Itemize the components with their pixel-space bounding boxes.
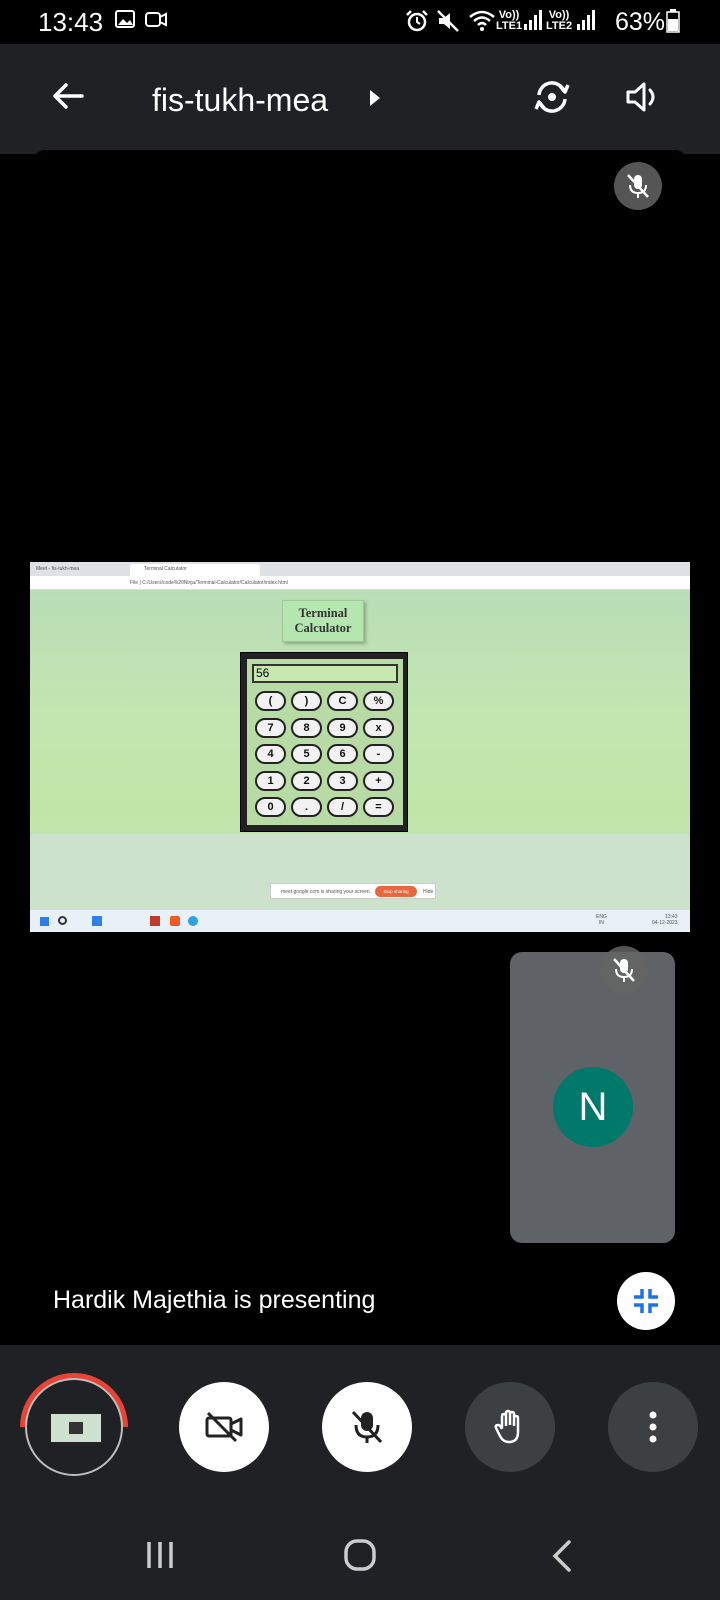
mic-off-icon [351,1410,383,1444]
status-bar: 13:43 Vo)) LTE1 Vo)) LTE2 63% [0,0,720,44]
calculator-key: ( [255,691,286,711]
self-mic-off-indicator [600,946,648,994]
speaker-icon[interactable] [624,78,662,116]
sharing-message: meet.google.com is sharing your screen. [281,889,372,895]
battery-percentage: 63% [615,8,666,36]
alarm-icon [406,10,428,32]
signal-icon [577,10,595,30]
browser-address-bar: File | C:/Users/code%20Ninja/Terminal-Ca… [30,576,690,590]
sim2-label: Vo)) LTE2 [546,9,573,32]
mic-off-button[interactable] [322,1382,412,1472]
chevron-right-icon[interactable] [368,88,382,108]
calculator-title-line2: Calculator [294,621,352,635]
calculator-title: Terminal Calculator [282,600,364,642]
calculator-key: - [363,744,394,764]
mic-off-icon [613,958,635,982]
recent-apps-icon[interactable] [144,1540,176,1570]
taskbar-clock: 13:43 04-12-2023 [652,914,678,926]
camera-off-button[interactable] [179,1382,269,1472]
battery-icon [666,9,680,33]
calculator-key: . [291,797,322,817]
raise-hand-button[interactable] [465,1382,555,1472]
calculator-key: = [363,797,394,817]
switch-camera-icon[interactable] [532,77,572,117]
calculator-key: C [327,691,358,711]
browser-tab-meet: Meet - fis-tukh-mea [36,566,80,572]
back-arrow-icon[interactable] [50,78,86,114]
top-bar [0,44,720,154]
collapse-icon [634,1289,658,1313]
calculator-key: 6 [327,744,358,764]
nav-back-icon[interactable] [550,1539,574,1573]
screen-share-thumbnail [48,1411,104,1445]
calculator-key: ) [291,691,322,711]
raise-hand-icon [494,1409,520,1444]
calculator-key: 4 [255,744,286,764]
browser-tab-bar: Meet - fis-tukh-mea Terminal Calculator [30,562,690,576]
calculator-title-line1: Terminal [298,606,348,620]
windows-taskbar: ENG IN 13:43 04-12-2023 [30,910,690,932]
presenting-status: Hardik Majethia is presenting [53,1286,376,1314]
more-vert-icon [649,1411,657,1443]
status-time: 13:43 [38,7,104,37]
windows-start-icon [40,917,49,926]
calculator-display: 56 [252,664,398,683]
calculator-key: 9 [327,717,358,738]
calculator-key: 1 [255,770,286,791]
minimize-button[interactable] [617,1272,675,1330]
mute-icon [437,10,459,32]
brave-browser-icon [170,916,180,926]
calculator-key: 3 [327,770,358,791]
signal-icon [524,10,542,30]
avatar: N [553,1067,633,1147]
calculator-key: x [363,717,394,738]
calculator-key: 5 [291,744,322,764]
hide-link: Hide [423,889,434,895]
gallery-icon [115,10,135,28]
taskbar-app-icon [150,916,160,926]
calculator-key: 8 [291,717,322,738]
calculator: 56 () C% 7 8 9 x 4 5 6-1 2 3 +0. / = [240,652,408,832]
wifi-icon [469,10,495,31]
browser-url: File | C:/Users/code%20Ninja/Terminal-Ca… [130,580,288,586]
shared-screen: Meet - fis-tukh-mea Terminal Calculator … [30,562,690,932]
meeting-code[interactable]: fis-tukh-mea [152,82,328,119]
more-options-button[interactable] [608,1382,698,1472]
calculator-key: 0 [255,797,286,817]
calculator-key: / [327,797,358,817]
calculator-key: + [363,770,394,791]
sim1-label: Vo)) LTE1 [496,9,523,32]
calculator-key: 7 [255,717,286,738]
calculator-key: 2 [291,770,322,791]
taskbar-app-icon [92,916,102,926]
taskbar-search-icon [58,916,67,925]
browser-tab-calculator: Terminal Calculator [144,566,187,572]
video-call-icon [145,12,167,27]
telegram-icon [188,916,198,926]
camera-off-icon [205,1411,243,1443]
calculator-key: % [363,691,394,711]
mic-off-indicator [614,162,662,210]
home-icon[interactable] [343,1538,377,1572]
stop-sharing-button: Stop sharing [375,886,417,897]
taskbar-language: ENG IN [596,914,607,926]
calculator-panel: 56 () C% 7 8 9 x 4 5 6-1 2 3 +0. / = [247,659,403,825]
mic-off-icon [627,174,649,198]
